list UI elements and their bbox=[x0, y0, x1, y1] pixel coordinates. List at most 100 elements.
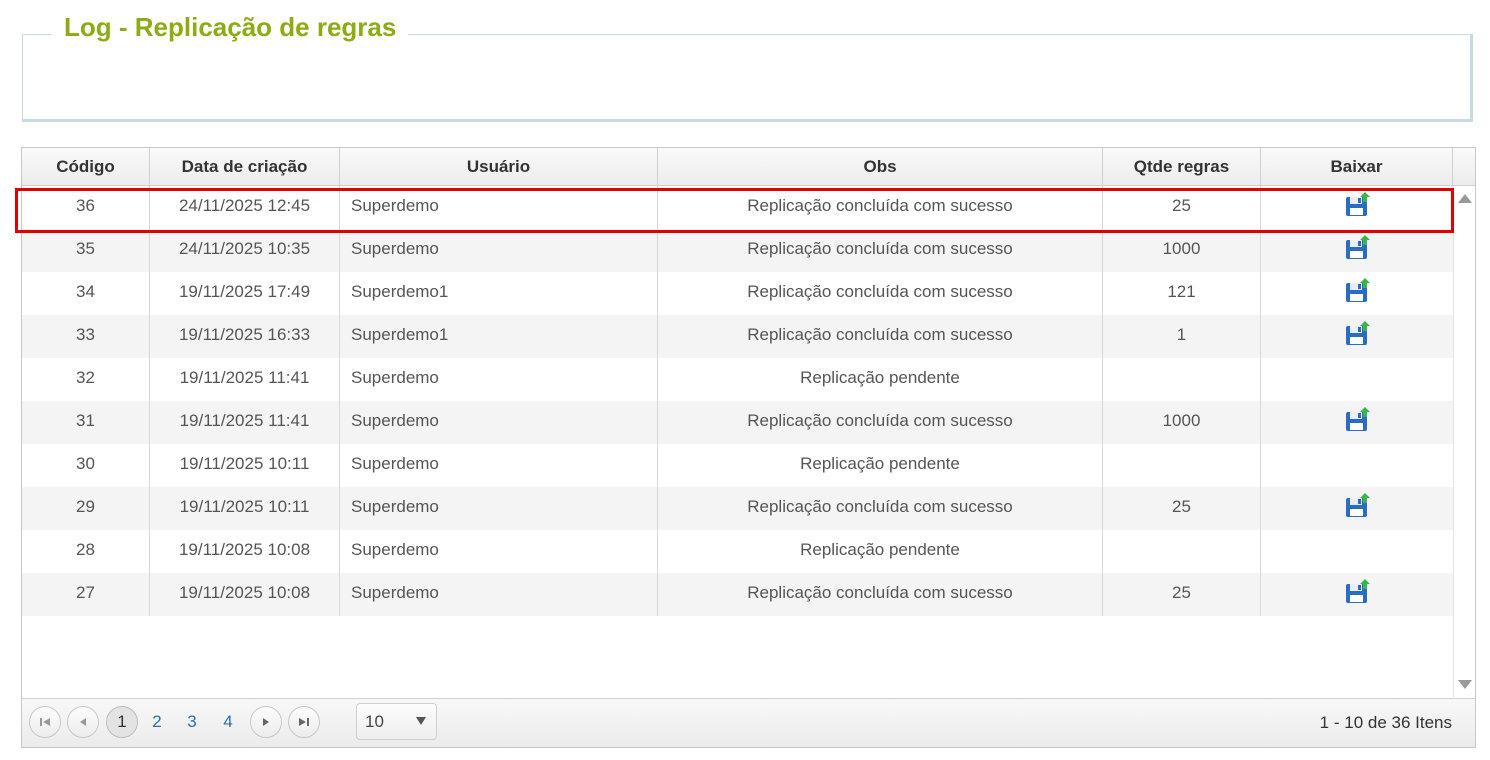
cell-baixar bbox=[1261, 315, 1453, 358]
cell-codigo: 29 bbox=[22, 487, 150, 530]
table-row[interactable]: 35 24/11/2025 10:35 Superdemo Replicação co… bbox=[22, 229, 1453, 272]
cell-data: 19/11/2025 10:08 bbox=[150, 530, 340, 573]
cell-usuario: Superdemo bbox=[340, 573, 658, 616]
column-header-obs[interactable]: Obs bbox=[658, 148, 1103, 185]
page-4-button[interactable]: 4 bbox=[212, 706, 244, 738]
cell-obs: Replicação pendente bbox=[658, 444, 1103, 487]
cell-codigo: 32 bbox=[22, 358, 150, 401]
column-header-codigo[interactable]: Código bbox=[22, 148, 150, 185]
floppy-disk-icon[interactable] bbox=[1344, 492, 1370, 519]
floppy-disk-icon[interactable] bbox=[1344, 578, 1370, 605]
cell-data: 19/11/2025 11:41 bbox=[150, 358, 340, 401]
table-row[interactable]: 32 19/11/2025 11:41 Superdemo Replicação pe… bbox=[22, 358, 1453, 401]
column-header-usuario[interactable]: Usuário bbox=[340, 148, 658, 185]
cell-codigo: 28 bbox=[22, 530, 150, 573]
cell-data: 24/11/2025 12:45 bbox=[150, 186, 340, 229]
cell-codigo: 35 bbox=[22, 229, 150, 272]
floppy-disk-icon[interactable] bbox=[1344, 277, 1370, 304]
cell-baixar bbox=[1261, 573, 1453, 616]
cell-usuario: Superdemo bbox=[340, 186, 658, 229]
vertical-scrollbar[interactable] bbox=[1453, 186, 1475, 697]
cell-data: 19/11/2025 10:11 bbox=[150, 444, 340, 487]
cell-baixar bbox=[1261, 401, 1453, 444]
cell-qtde: 25 bbox=[1103, 487, 1261, 530]
replication-log-grid: Código Data de criação Usuário Obs Qtde … bbox=[21, 147, 1476, 748]
cell-codigo: 34 bbox=[22, 272, 150, 315]
cell-baixar bbox=[1261, 444, 1453, 487]
table-row[interactable]: 27 19/11/2025 10:08 Superdemo Replicação co… bbox=[22, 573, 1453, 616]
scroll-down-icon[interactable] bbox=[1458, 680, 1472, 689]
table-row[interactable]: 31 19/11/2025 11:41 Superdemo Replicação co… bbox=[22, 401, 1453, 444]
table-row[interactable]: 29 19/11/2025 10:11 Superdemo Replicação co… bbox=[22, 487, 1453, 530]
previous-page-button[interactable] bbox=[67, 706, 99, 738]
cell-baixar bbox=[1261, 487, 1453, 530]
floppy-disk-icon[interactable] bbox=[1344, 191, 1370, 218]
cell-usuario: Superdemo bbox=[340, 444, 658, 487]
cell-data: 19/11/2025 10:08 bbox=[150, 573, 340, 616]
cell-qtde bbox=[1103, 530, 1261, 573]
cell-qtde: 1 bbox=[1103, 315, 1261, 358]
column-header-qtde[interactable]: Qtde regras bbox=[1103, 148, 1261, 185]
page-size-value: 10 bbox=[365, 712, 384, 731]
grid-header: Código Data de criação Usuário Obs Qtde … bbox=[22, 148, 1475, 186]
cell-codigo: 36 bbox=[22, 186, 150, 229]
cell-qtde: 25 bbox=[1103, 186, 1261, 229]
last-page-button[interactable] bbox=[288, 706, 320, 738]
column-header-data[interactable]: Data de criação bbox=[150, 148, 340, 185]
page-title: Log - Replicação de regras bbox=[52, 12, 409, 42]
pager: 1 2 3 4 10 1 - 10 de 36 Itens bbox=[22, 698, 1475, 747]
page-size-select[interactable]: 10 bbox=[356, 703, 437, 740]
cell-data: 19/11/2025 17:49 bbox=[150, 272, 340, 315]
first-page-button[interactable] bbox=[29, 706, 61, 738]
grid-body: 36 24/11/2025 12:45 Superdemo Replicação co… bbox=[22, 186, 1453, 616]
table-row[interactable]: 36 24/11/2025 12:45 Superdemo Replicação co… bbox=[22, 186, 1453, 229]
cell-data: 24/11/2025 10:35 bbox=[150, 229, 340, 272]
column-header-baixar[interactable]: Baixar bbox=[1261, 148, 1453, 185]
floppy-disk-icon[interactable] bbox=[1344, 406, 1370, 433]
cell-usuario: Superdemo bbox=[340, 530, 658, 573]
cell-qtde: 1000 bbox=[1103, 229, 1261, 272]
cell-obs: Replicação concluída com sucesso bbox=[658, 315, 1103, 358]
cell-baixar bbox=[1261, 358, 1453, 401]
page-3-button[interactable]: 3 bbox=[176, 706, 208, 738]
cell-qtde: 1000 bbox=[1103, 401, 1261, 444]
cell-obs: Replicação concluída com sucesso bbox=[658, 229, 1103, 272]
cell-obs: Replicação concluída com sucesso bbox=[658, 186, 1103, 229]
cell-obs: Replicação pendente bbox=[658, 530, 1103, 573]
cell-usuario: Superdemo1 bbox=[340, 272, 658, 315]
cell-usuario: Superdemo bbox=[340, 229, 658, 272]
table-row[interactable]: 30 19/11/2025 10:11 Superdemo Replicação pe… bbox=[22, 444, 1453, 487]
chevron-down-icon bbox=[416, 717, 426, 725]
cell-obs: Replicação concluída com sucesso bbox=[658, 487, 1103, 530]
cell-usuario: Superdemo bbox=[340, 487, 658, 530]
page-2-button[interactable]: 2 bbox=[141, 706, 173, 738]
cell-obs: Replicação pendente bbox=[658, 358, 1103, 401]
filter-panel bbox=[22, 34, 1473, 122]
next-page-icon bbox=[263, 718, 269, 727]
cell-data: 19/11/2025 10:11 bbox=[150, 487, 340, 530]
first-page-icon bbox=[40, 718, 50, 727]
previous-page-icon bbox=[80, 718, 86, 727]
cell-usuario: Superdemo bbox=[340, 401, 658, 444]
table-row[interactable]: 33 19/11/2025 16:33 Superdemo1 Replicação c… bbox=[22, 315, 1453, 358]
cell-qtde bbox=[1103, 358, 1261, 401]
cell-obs: Replicação concluída com sucesso bbox=[658, 401, 1103, 444]
next-page-button[interactable] bbox=[250, 706, 282, 738]
scroll-up-icon[interactable] bbox=[1458, 194, 1472, 203]
cell-codigo: 31 bbox=[22, 401, 150, 444]
cell-baixar bbox=[1261, 530, 1453, 573]
floppy-disk-icon[interactable] bbox=[1344, 234, 1370, 261]
table-row[interactable]: 34 19/11/2025 17:49 Superdemo1 Replicação c… bbox=[22, 272, 1453, 315]
page-1-button[interactable]: 1 bbox=[106, 706, 138, 738]
cell-codigo: 33 bbox=[22, 315, 150, 358]
floppy-disk-icon[interactable] bbox=[1344, 320, 1370, 347]
cell-baixar bbox=[1261, 229, 1453, 272]
pager-info: 1 - 10 de 36 Itens bbox=[1319, 713, 1452, 732]
cell-data: 19/11/2025 11:41 bbox=[150, 401, 340, 444]
cell-obs: Replicação concluída com sucesso bbox=[658, 573, 1103, 616]
cell-codigo: 27 bbox=[22, 573, 150, 616]
cell-usuario: Superdemo bbox=[340, 358, 658, 401]
cell-usuario: Superdemo1 bbox=[340, 315, 658, 358]
cell-qtde bbox=[1103, 444, 1261, 487]
table-row[interactable]: 28 19/11/2025 10:08 Superdemo Replicação pe… bbox=[22, 530, 1453, 573]
